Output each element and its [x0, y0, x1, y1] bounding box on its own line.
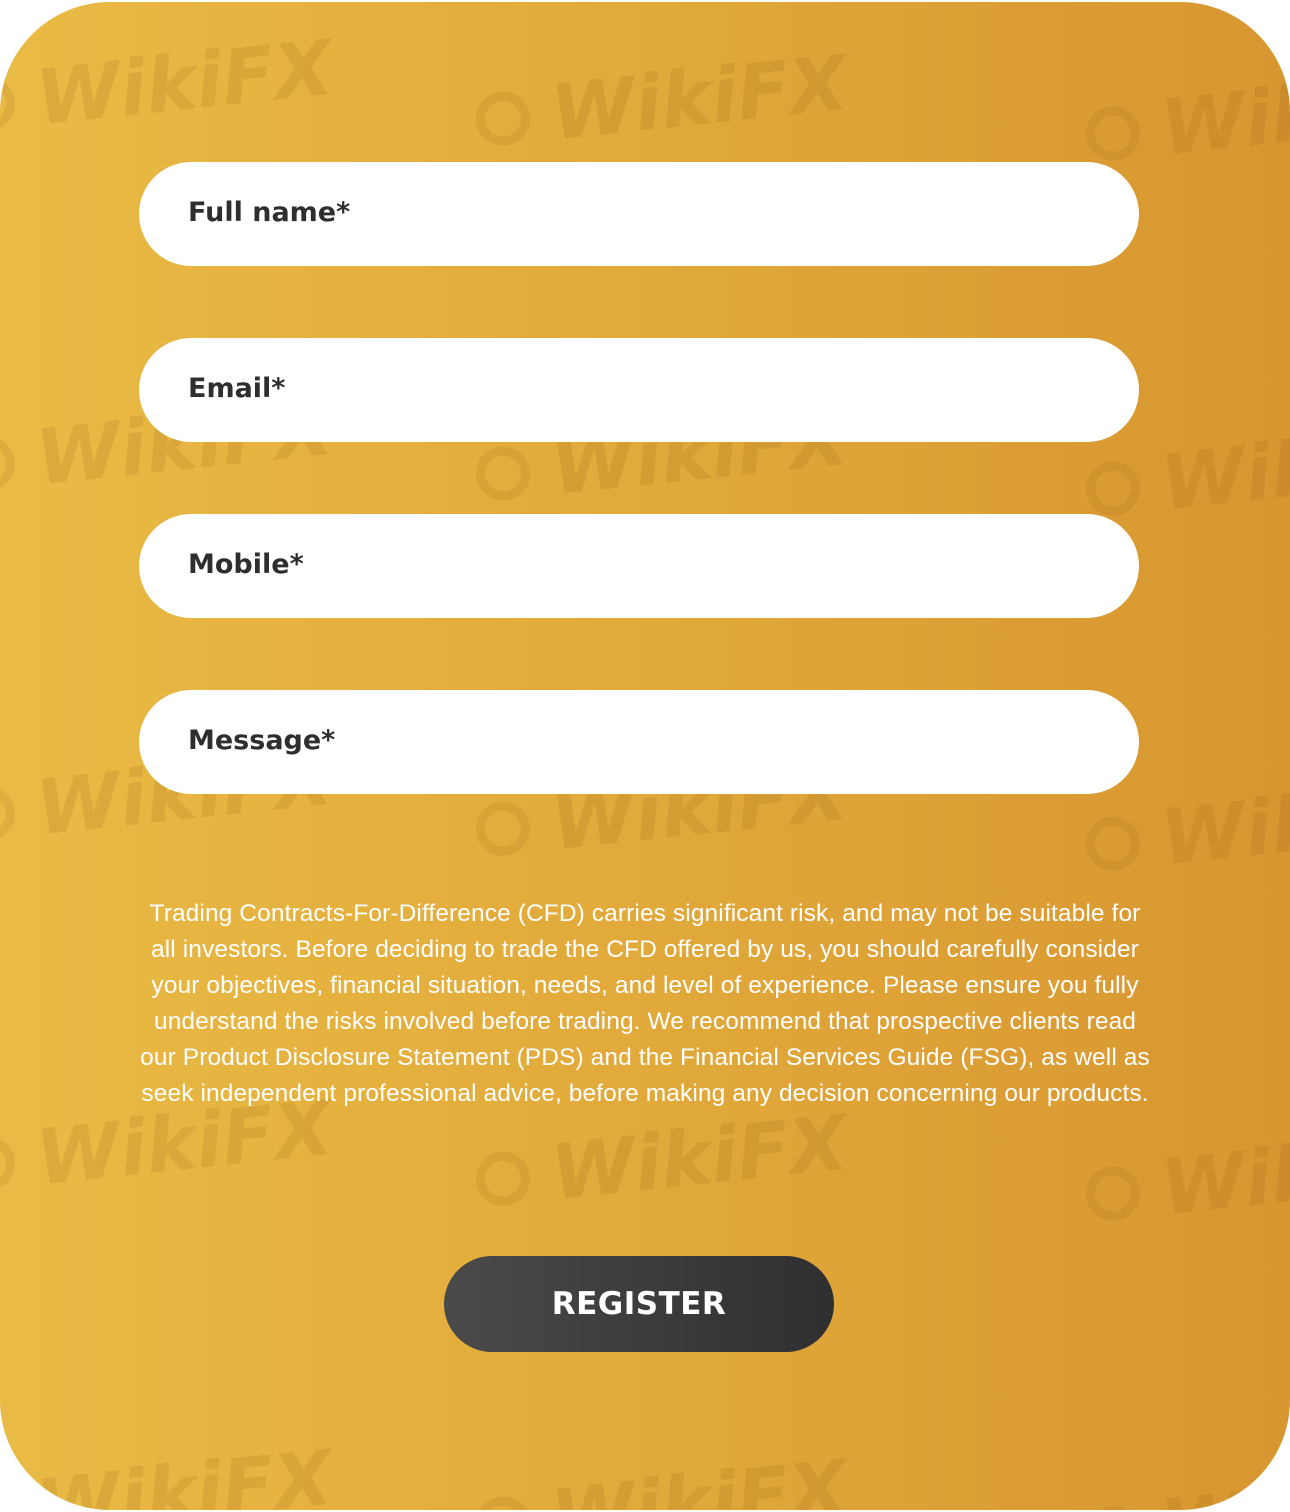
watermark: WikiFX — [471, 1098, 852, 1226]
watermark: WikiFX — [471, 1443, 852, 1510]
watermark-logo-icon — [0, 73, 18, 133]
watermark-logo-icon — [1083, 813, 1143, 873]
watermark-logo-icon — [1083, 103, 1143, 163]
registration-card: WikiFX WikiFX WikiFX WikiFX WikiFX WikiF… — [0, 2, 1290, 1510]
watermark-logo-icon — [0, 1133, 18, 1193]
full-name-input[interactable]: Full name* — [139, 162, 1139, 266]
watermark: WikiFX — [1081, 1113, 1290, 1241]
watermark-logo-icon — [1083, 458, 1143, 518]
watermark-logo-icon — [0, 1483, 18, 1510]
full-name-placeholder: Full name* — [188, 196, 351, 228]
watermark: WikiFX — [1081, 1453, 1290, 1510]
message-input[interactable]: Message* — [139, 690, 1139, 794]
watermark-logo-icon — [473, 443, 533, 503]
mobile-placeholder: Mobile* — [188, 548, 304, 580]
watermark: WikiFX — [0, 23, 337, 151]
watermark-logo-icon — [1083, 1503, 1143, 1510]
mobile-input[interactable]: Mobile* — [139, 514, 1139, 618]
message-placeholder: Message* — [188, 724, 336, 756]
watermark: WikiFX — [0, 1433, 337, 1510]
register-button[interactable]: REGISTER — [444, 1256, 834, 1352]
watermark-logo-icon — [473, 798, 533, 858]
email-placeholder: Email* — [188, 372, 286, 404]
watermark-logo-icon — [0, 433, 18, 493]
watermark: WikiFX — [471, 38, 852, 166]
watermark-logo-icon — [1083, 1163, 1143, 1223]
email-input[interactable]: Email* — [139, 338, 1139, 442]
risk-disclaimer: Trading Contracts-For-Difference (CFD) c… — [140, 900, 1150, 1107]
watermark: WikiFX — [1081, 53, 1290, 181]
watermark-logo-icon — [473, 1493, 533, 1510]
watermark-logo-icon — [473, 88, 533, 148]
watermark-logo-icon — [473, 1148, 533, 1208]
watermark-logo-icon — [0, 783, 18, 843]
